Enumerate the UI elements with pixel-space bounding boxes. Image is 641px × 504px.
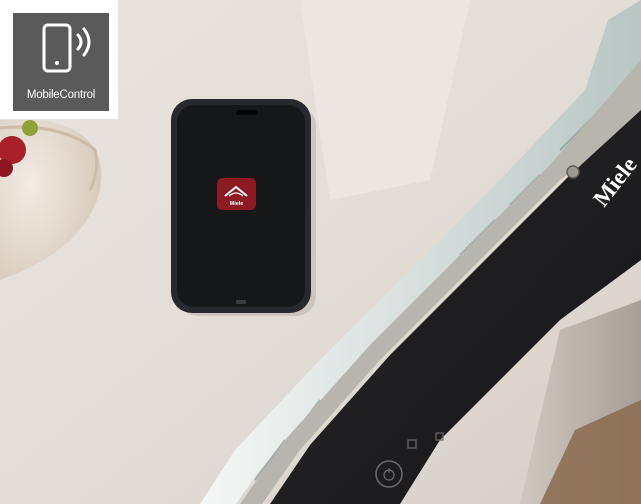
door-screw bbox=[566, 165, 580, 179]
badge-label: MobileControl bbox=[26, 89, 96, 101]
app-icon-label: Miele bbox=[230, 201, 244, 207]
mobilecontrol-badge: MobileControl bbox=[0, 0, 118, 119]
fruit bbox=[22, 120, 38, 136]
badge-panel: MobileControl bbox=[13, 13, 109, 111]
miele-app-icon[interactable]: Miele bbox=[217, 178, 256, 210]
